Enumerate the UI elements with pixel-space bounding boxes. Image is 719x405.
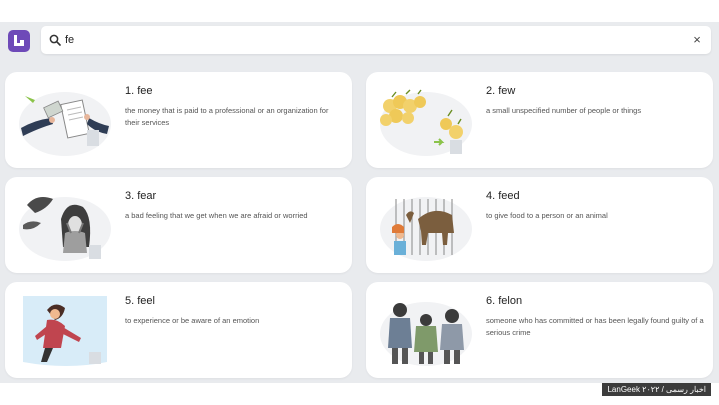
clear-search-icon[interactable]: ×	[690, 32, 704, 48]
felon-illustration	[380, 302, 472, 366]
result-definition: a bad feeling that we get when we are af…	[125, 211, 308, 220]
result-card-fear[interactable]: 3. fear a bad feeling that we get when w…	[5, 177, 352, 273]
result-definition: to give food to a person or an animal	[486, 211, 608, 220]
result-card-few[interactable]: 2. few a small unspecified number of peo…	[366, 72, 713, 168]
result-definition: someone who has committed or has been le…	[486, 316, 704, 337]
watermark-caption: LanGeek ۲۰۲۲ / اخبار رسمی	[602, 383, 711, 396]
result-number: 3.	[125, 190, 135, 202]
result-number: 2.	[486, 85, 496, 97]
result-card-feed[interactable]: 4. feed to give food to a person or an a…	[366, 177, 713, 273]
feed-illustration	[380, 197, 472, 261]
result-word[interactable]: felon	[498, 295, 522, 307]
search-input[interactable]	[65, 30, 665, 50]
result-definition: to experience or be aware of an emotion	[125, 316, 260, 325]
result-number: 1.	[125, 85, 135, 97]
feel-illustration	[23, 296, 107, 366]
result-word[interactable]: feel	[137, 295, 155, 307]
fee-illustration	[19, 92, 111, 156]
result-title: 3. fear	[125, 190, 156, 202]
result-title: 5. feel	[125, 295, 155, 307]
fear-illustration	[19, 197, 111, 261]
result-number: 6.	[486, 295, 496, 307]
result-number: 5.	[125, 295, 135, 307]
result-word[interactable]: fear	[137, 190, 156, 202]
result-word[interactable]: feed	[498, 190, 519, 202]
result-card-feel[interactable]: 5. feel to experience or be aware of an …	[5, 282, 352, 378]
result-word[interactable]: fee	[137, 85, 152, 97]
result-title: 4. feed	[486, 190, 520, 202]
result-card-fee[interactable]: 1. fee the money that is paid to a profe…	[5, 72, 352, 168]
search-icon	[49, 34, 61, 46]
result-title: 2. few	[486, 85, 515, 97]
result-number: 4.	[486, 190, 496, 202]
result-definition: the money that is paid to a professional…	[125, 106, 329, 127]
result-title: 1. fee	[125, 85, 153, 97]
result-card-felon[interactable]: 6. felon someone who has committed or ha…	[366, 282, 713, 378]
few-illustration	[380, 89, 472, 156]
search-bar: ×	[41, 26, 711, 54]
result-title: 6. felon	[486, 295, 522, 307]
langeek-logo-icon[interactable]	[8, 30, 30, 52]
app-area: × 1. fee the money that is paid to a pro…	[0, 22, 719, 383]
result-word[interactable]: few	[498, 85, 515, 97]
result-definition: a small unspecified number of people or …	[486, 106, 642, 115]
